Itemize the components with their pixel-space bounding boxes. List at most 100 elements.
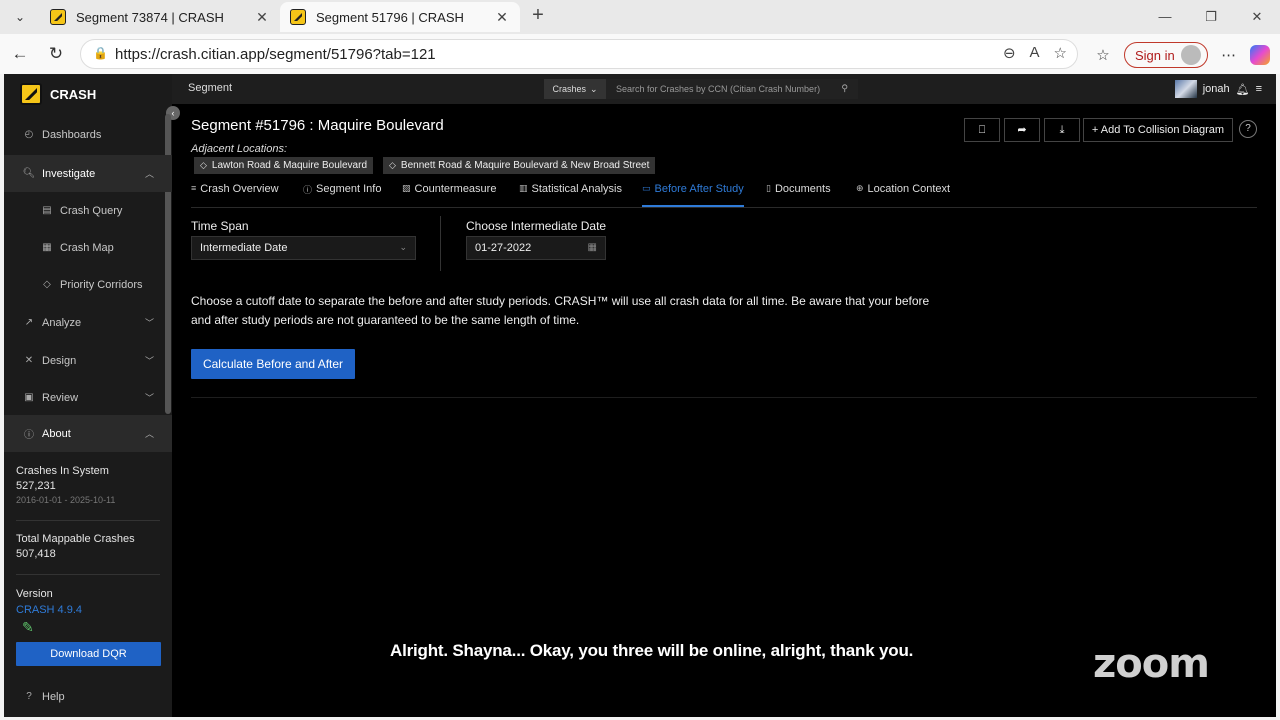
download-dqr-button[interactable]: Download DQR — [16, 642, 161, 666]
zoom-logo: zoom — [1093, 641, 1210, 687]
back-arrow-icon[interactable]: ← — [8, 42, 32, 66]
user-menu[interactable]: jonah 🔔︎ ≡ — [1174, 80, 1262, 98]
sidebar-item-label: Crash Query — [60, 204, 123, 217]
tab-bar: ⌄ Segment 73874 | CRASH ✕ Segment 51796 … — [0, 0, 1280, 34]
chip-label: Bennett Road & Maquire Boulevard & New B… — [400, 160, 650, 171]
breadcrumb: Segment — [188, 82, 233, 94]
tab-before-after-study[interactable]: ▭ Before After Study — [642, 180, 744, 207]
search-type-select[interactable]: Crashes ⌄ — [544, 79, 606, 99]
chevron-down-icon: ﹀ — [144, 356, 154, 366]
calendar-icon: ▭ — [642, 183, 651, 193]
sidebar-item-dashboards[interactable]: ◴ Dashboards — [4, 116, 172, 153]
refresh-icon[interactable]: ↻ — [44, 42, 68, 66]
design-tools-icon: ✕ — [24, 355, 34, 366]
share-button[interactable]: ➦ — [1004, 118, 1040, 142]
site-info-icon[interactable]: 🔒 — [93, 46, 109, 62]
chevron-down-icon: ⌄ — [589, 83, 598, 94]
sidebar-item-about[interactable]: ⓘ About ︿ — [4, 415, 172, 452]
tab-label: Statistical Analysis — [531, 183, 622, 195]
tab-crash-overview[interactable]: ≡ Crash Overview — [191, 180, 279, 207]
version-link[interactable]: CRASH 4.9.4 — [16, 604, 160, 616]
crashes-label: Crashes In System — [16, 465, 109, 477]
profile-avatar-icon — [1180, 45, 1201, 65]
close-icon[interactable]: ✕ — [494, 9, 510, 26]
url-text[interactable]: https://crash.citian.app/segment/51796?t… — [115, 46, 436, 63]
divider — [16, 520, 160, 521]
username: jonah — [1202, 83, 1230, 95]
sign-in-button[interactable]: Sign in — [1124, 42, 1208, 68]
adjacent-location-chip[interactable]: ◇ Lawton Road & Maquire Boulevard — [194, 157, 374, 174]
sidebar-item-crash-map[interactable]: ▦ Crash Map — [4, 229, 172, 266]
adjacent-location-chip[interactable]: ◇ Bennett Road & Maquire Boulevard & New… — [383, 157, 656, 174]
sidebar-item-label: About — [42, 427, 71, 440]
download-icon: ⤓ — [1059, 124, 1065, 136]
add-to-collision-diagram-button[interactable]: + Add To Collision Diagram — [1083, 118, 1233, 142]
search-placeholder: Search for Crashes by CCN (Citian Crash … — [616, 84, 821, 94]
window-close-icon[interactable]: ✕ — [1242, 6, 1272, 28]
close-icon[interactable]: ✕ — [254, 9, 270, 26]
sidebar-item-review[interactable]: ▣ Review ﹀ — [4, 379, 172, 416]
browser-tab-active[interactable]: Segment 51796 | CRASH ✕ — [280, 2, 520, 32]
restore-icon[interactable]: ❐ — [1196, 6, 1226, 28]
share-arrow-icon: ➦ — [1017, 124, 1027, 136]
pen-edit-icon[interactable]: ✎ — [22, 619, 34, 636]
sidebar-item-design[interactable]: ✕ Design ﹀ — [4, 342, 172, 379]
sidebar-item-analyze[interactable]: ↗ Analyze ﹀ — [4, 304, 172, 341]
crash-logo-icon — [20, 83, 42, 105]
intermediate-date-input[interactable]: 01-27-2022 ▦ — [466, 236, 606, 260]
chevron-down-icon: ﹀ — [144, 318, 154, 328]
help-circle-icon: ? — [26, 691, 32, 702]
image-icon: ▨ — [402, 183, 411, 193]
tab-actions-chevron-icon[interactable]: ⌄ — [8, 6, 32, 28]
calculate-before-after-button[interactable]: Calculate Before and After — [191, 349, 355, 379]
tab-location-context[interactable]: ⊕ Location Context — [856, 180, 950, 207]
calendar-icon[interactable]: ▦ — [588, 242, 597, 253]
crashes-range: 2016-01-01 - 2025-10-11 — [16, 495, 116, 505]
query-icon: ▤ — [42, 205, 52, 216]
bookmark-button[interactable]: ⎕ — [964, 118, 1000, 142]
intermediate-date-value: 01-27-2022 — [475, 242, 532, 254]
divider — [440, 216, 441, 271]
new-tab-plus-icon[interactable]: + — [526, 4, 550, 28]
bookmark-icon: ⎕ — [978, 124, 986, 136]
read-aloud-icon[interactable]: A — [1030, 44, 1040, 62]
tab-documents[interactable]: ▯ Documents — [766, 180, 831, 207]
tab-statistical-analysis[interactable]: ▥ Statistical Analysis — [519, 180, 622, 207]
sidebar-item-priority-corridors[interactable]: ◇ Priority Corridors — [4, 266, 172, 303]
page-title: Segment #51796 : Maquire Boulevard — [191, 117, 444, 134]
meeting-caption: Alright. Shayna... Okay, you three will … — [384, 638, 920, 664]
favorite-star-icon[interactable]: ☆ — [1054, 44, 1067, 62]
zoom-location-icon: ⊕ — [856, 183, 864, 193]
copilot-icon[interactable] — [1249, 45, 1270, 65]
main-content: Segment #51796 : Maquire Boulevard Adjac… — [172, 104, 1276, 717]
sidebar-item-investigate[interactable]: 🔍︎ Investigate ︿ — [4, 155, 172, 192]
more-dots-icon[interactable]: ⋯ — [1218, 46, 1240, 64]
help-circle-icon[interactable]: ? — [1239, 120, 1257, 138]
sidebar-item-label: Priority Corridors — [60, 278, 143, 291]
zoom-out-icon[interactable]: ⊖ — [1003, 44, 1016, 62]
hamburger-menu-icon[interactable]: ≡ — [1256, 83, 1262, 95]
sidebar-item-label: Crash Map — [60, 241, 114, 254]
tab-label: Segment Info — [316, 183, 382, 195]
tab-segment-info[interactable]: ⓘ Segment Info — [303, 180, 381, 207]
location-diamond-icon: ◇ — [389, 160, 396, 170]
tab-countermeasure[interactable]: ▨ Countermeasure — [402, 180, 496, 207]
browser-tab-inactive[interactable]: Segment 73874 | CRASH ✕ — [40, 2, 280, 32]
sidebar-item-help[interactable]: ? Help — [4, 678, 172, 715]
info-icon: ⓘ — [24, 430, 34, 441]
minimize-icon[interactable]: — — [1150, 6, 1180, 28]
address-bar[interactable]: 🔒 https://crash.citian.app/segment/51796… — [80, 39, 1078, 69]
ccn-search-input[interactable]: Search for Crashes by CCN (Citian Crash … — [606, 79, 858, 99]
sidebar-item-crash-query[interactable]: ▤ Crash Query — [4, 192, 172, 229]
sidebar-item-label: Review — [42, 391, 79, 404]
download-button[interactable]: ⤓ — [1044, 118, 1080, 142]
search-icon[interactable]: ⚲ — [841, 83, 848, 94]
time-span-select[interactable]: Intermediate Date ⌄ — [191, 236, 416, 260]
tab-label: Before After Study — [654, 183, 744, 195]
clipboard-icon: ▣ — [24, 392, 34, 403]
brand[interactable]: CRASH — [4, 74, 172, 114]
sidebar-item-label: Analyze — [42, 316, 82, 329]
mappable-value: 507,418 — [16, 548, 56, 560]
favorites-icon[interactable]: ☆ — [1092, 46, 1114, 64]
bell-icon[interactable]: 🔔︎ — [1236, 83, 1250, 96]
